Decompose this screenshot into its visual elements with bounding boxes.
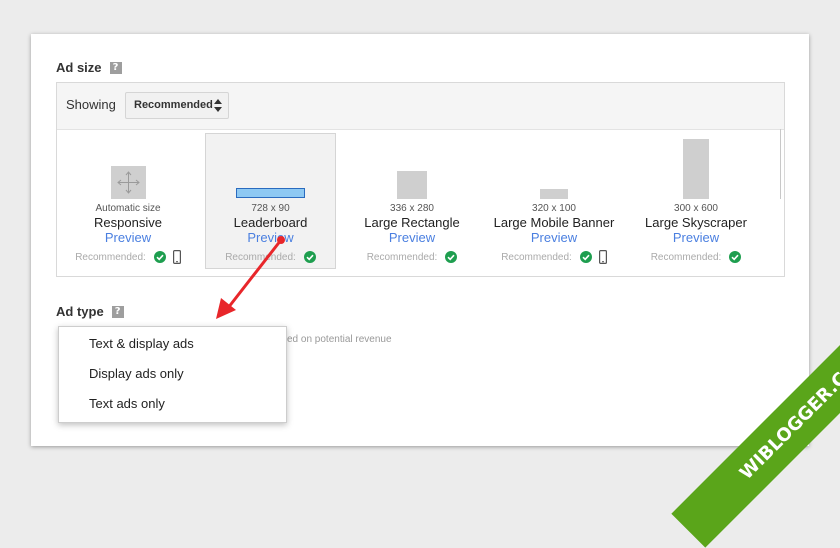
recommended-label: Recommended: xyxy=(366,251,438,263)
ad-size-title: Ad size xyxy=(56,60,102,75)
ad-type-heading: Ad type ? xyxy=(56,304,124,319)
showing-select-value: Recommended xyxy=(134,99,213,111)
recommended-row: Recommended: xyxy=(347,249,477,265)
ad-type-option[interactable]: Text ads only xyxy=(89,396,165,411)
showing-label: Showing xyxy=(66,97,116,112)
check-icon xyxy=(445,251,458,263)
recommended-row: Recommended: xyxy=(206,249,335,265)
sort-arrows-icon xyxy=(214,99,222,112)
preview-link[interactable]: Preview xyxy=(635,230,757,245)
help-icon[interactable]: ? xyxy=(111,305,124,318)
ad-type-dropdown-menu: Text & display ads Display ads only Text… xyxy=(58,326,287,423)
recommended-row: Recommended: xyxy=(487,249,621,265)
ad-size-option-responsive[interactable]: Automatic size Responsive Preview Recomm… xyxy=(65,133,191,269)
ad-size-option-large-rectangle[interactable]: 336 x 280 Large Rectangle Preview Recomm… xyxy=(347,133,477,269)
help-icon[interactable]: ? xyxy=(109,61,122,74)
preview-link[interactable]: Preview xyxy=(65,230,191,245)
ad-type-option[interactable]: Text & display ads xyxy=(89,336,194,351)
ad-dims: 320 x 100 xyxy=(532,203,576,214)
large-mobile-banner-thumbnail xyxy=(540,189,568,199)
ad-dims: 336 x 280 xyxy=(390,203,434,214)
preview-link[interactable]: Preview xyxy=(347,230,477,245)
ad-dims: Automatic size xyxy=(95,203,161,214)
check-icon xyxy=(579,251,592,263)
ad-name: Large Rectangle xyxy=(364,215,460,230)
ad-name: Large Skyscraper xyxy=(645,215,747,230)
ad-dims: 728 x 90 xyxy=(251,203,290,214)
ad-size-option-large-skyscraper[interactable]: 300 x 600 Large Skyscraper Preview Recom… xyxy=(635,133,757,269)
recommended-row: Recommended: xyxy=(65,249,191,265)
ad-dims: 300 x 600 xyxy=(674,203,718,214)
ad-type-option[interactable]: Display ads only xyxy=(89,366,184,381)
check-icon xyxy=(729,251,742,263)
ad-type-description: ed on potential revenue xyxy=(287,334,392,345)
leaderboard-thumbnail xyxy=(236,188,305,198)
ad-size-filter-bar: Showing Recommended xyxy=(57,83,784,130)
ad-name: Responsive xyxy=(94,215,162,230)
check-icon xyxy=(303,251,316,263)
large-skyscraper-thumbnail xyxy=(683,139,709,199)
ad-size-option-large-mobile-banner[interactable]: 320 x 100 Large Mobile Banner Preview Re… xyxy=(487,133,621,269)
recommended-row: Recommended: xyxy=(635,249,757,265)
ad-size-box: Showing Recommended Automatic size Respo… xyxy=(56,82,785,277)
ad-size-option-leaderboard[interactable]: 728 x 90 Leaderboard Preview Recommended… xyxy=(205,133,336,269)
mobile-phone-icon xyxy=(172,250,181,264)
ad-type-title: Ad type xyxy=(56,304,104,319)
ad-name: Large Mobile Banner xyxy=(493,215,615,230)
large-rectangle-thumbnail xyxy=(397,171,427,199)
preview-link[interactable]: Preview xyxy=(487,230,621,245)
recommended-label: Recommended: xyxy=(650,251,722,263)
ad-size-heading: Ad size ? xyxy=(56,60,122,75)
recommended-label: Recommended: xyxy=(225,251,296,263)
recommended-label: Recommended: xyxy=(75,251,146,263)
resize-arrows-icon xyxy=(111,166,146,199)
ad-name: Leaderboard xyxy=(233,215,308,230)
scrollbar[interactable] xyxy=(780,129,784,199)
recommended-label: Recommended: xyxy=(501,251,572,263)
preview-link[interactable]: Preview xyxy=(206,230,335,245)
check-icon xyxy=(153,251,166,263)
mobile-phone-icon xyxy=(598,250,607,264)
showing-select[interactable]: Recommended xyxy=(125,92,229,119)
